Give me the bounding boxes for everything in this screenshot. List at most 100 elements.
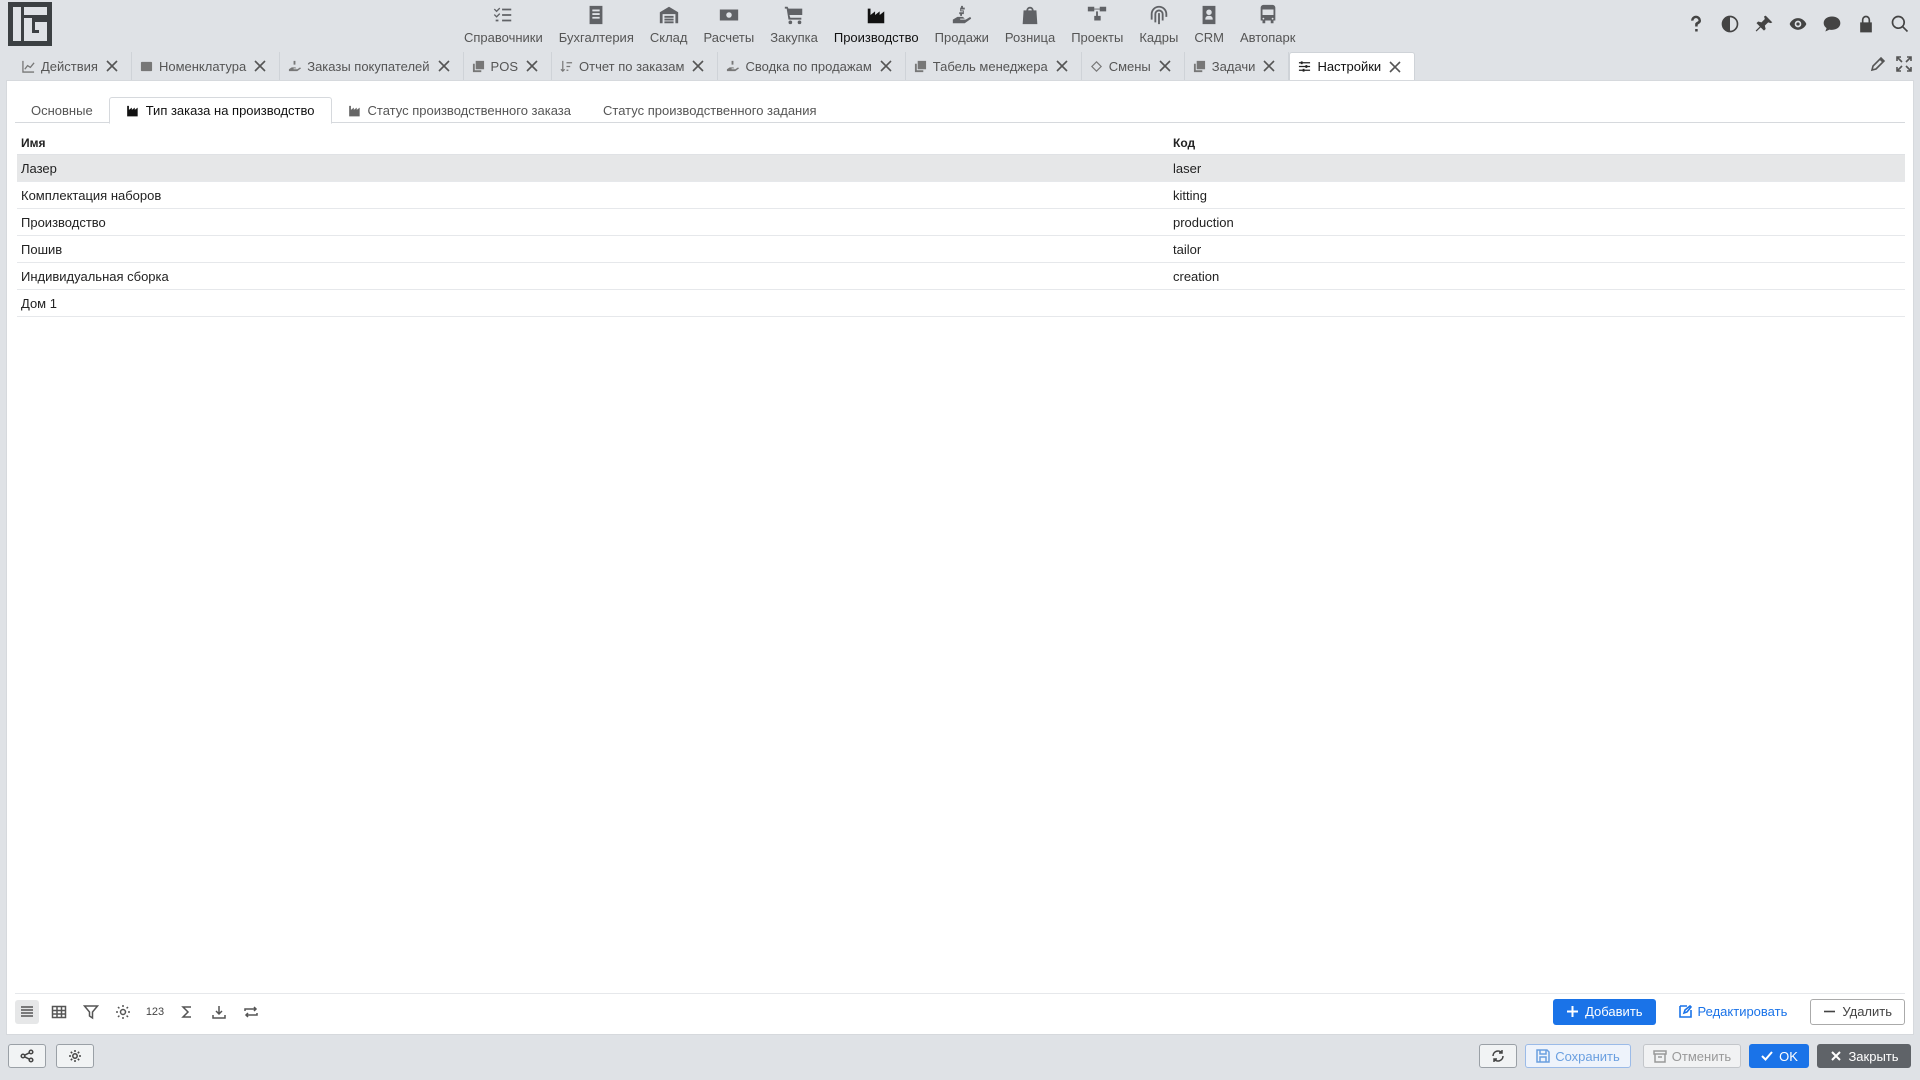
table-header: Имя Код — [17, 131, 1905, 155]
table-row[interactable]: Дом 1 — [17, 290, 1905, 317]
subtab-production-order-status[interactable]: Статус производственного заказа — [332, 97, 588, 123]
close-tab-icon[interactable] — [437, 59, 451, 73]
fullscreen-icon[interactable] — [1896, 56, 1912, 75]
cell-name: Дом 1 — [21, 295, 57, 311]
doc-tab-order-report[interactable]: Отчет по заказам — [552, 52, 719, 80]
edit-button[interactable]: Редактировать — [1666, 999, 1801, 1025]
module-settlements[interactable]: Расчеты — [695, 0, 762, 50]
doc-tab-manager-timesheet[interactable]: Табель менеджера — [906, 52, 1082, 80]
share-button[interactable] — [8, 1044, 46, 1068]
module-crm[interactable]: CRM — [1186, 0, 1232, 50]
footer-bar: Сохранить Отменить OK Закрыть — [0, 1044, 1920, 1074]
close-tab-icon[interactable] — [1158, 59, 1172, 73]
close-tab-icon[interactable] — [1388, 60, 1402, 74]
checklist-icon — [490, 3, 516, 27]
table-row[interactable]: Лазер laser — [17, 155, 1905, 182]
chat-icon[interactable] — [1820, 12, 1844, 36]
save-icon — [1536, 1049, 1550, 1063]
top-actions — [1684, 12, 1912, 36]
module-directories[interactable]: Справочники — [456, 0, 551, 50]
download-icon[interactable] — [207, 1000, 231, 1024]
repeat-icon[interactable] — [239, 1000, 263, 1024]
table-row[interactable]: Индивидуальная сборка creation — [17, 263, 1905, 290]
cell-code: tailor — [1173, 241, 1202, 257]
copy-icon — [472, 59, 486, 73]
document-tabs: Действия Номенклатура Заказы покупателей… — [0, 52, 1920, 80]
settings-panel: Основные Тип заказа на производство Стат… — [6, 80, 1914, 1035]
settings-button[interactable] — [56, 1044, 94, 1068]
numbers-toggle[interactable]: 123 — [143, 1000, 167, 1024]
close-button[interactable]: Закрыть — [1817, 1044, 1911, 1068]
top-bar: Справочники Бухгалтерия Склад Расчеты За… — [0, 0, 1920, 50]
eye-icon[interactable] — [1786, 12, 1810, 36]
close-tab-icon[interactable] — [879, 59, 893, 73]
subtab-production-task-status[interactable]: Статус производственного задания — [587, 97, 833, 123]
doc-tab-pos[interactable]: POS — [464, 52, 553, 80]
close-tab-icon[interactable] — [525, 59, 539, 73]
cell-code: production — [1173, 214, 1234, 230]
refresh-button[interactable] — [1479, 1044, 1517, 1068]
share-icon — [20, 1049, 34, 1063]
gear-icon[interactable] — [111, 1000, 135, 1024]
grid-view-icon[interactable] — [47, 1000, 71, 1024]
doc-tab-shifts[interactable]: Смены — [1082, 52, 1185, 80]
list-view-icon[interactable] — [15, 999, 39, 1024]
doc-tab-customer-orders[interactable]: Заказы покупателей — [280, 52, 464, 80]
table-row[interactable]: Пошив tailor — [17, 236, 1905, 263]
project-tree-icon — [1084, 3, 1110, 27]
module-fleet[interactable]: Автопарк — [1232, 0, 1304, 50]
app-logo[interactable] — [8, 2, 52, 46]
doc-tab-sales-summary[interactable]: Сводка по продажам — [718, 52, 906, 80]
pin-icon[interactable] — [1752, 12, 1776, 36]
table-toolbar: 123 Добавить Редактировать Удалить — [15, 993, 1905, 1029]
contact-card-icon — [1196, 3, 1222, 27]
close-tab-icon[interactable] — [1055, 59, 1069, 73]
module-purchasing[interactable]: Закупка — [762, 0, 826, 50]
sum-icon[interactable] — [175, 1000, 199, 1024]
close-tab-icon[interactable] — [105, 59, 119, 73]
sliders-icon — [1298, 60, 1312, 74]
table-row[interactable]: Комплектация наборов kitting — [17, 182, 1905, 209]
doc-tab-settings[interactable]: Настройки — [1289, 52, 1416, 80]
module-hr[interactable]: Кадры — [1131, 0, 1186, 50]
subtab-production-order-type[interactable]: Тип заказа на производство — [108, 97, 332, 124]
add-button[interactable]: Добавить — [1553, 998, 1656, 1025]
lock-icon[interactable] — [1854, 12, 1878, 36]
module-accounting[interactable]: Бухгалтерия — [551, 0, 642, 50]
module-projects[interactable]: Проекты — [1063, 0, 1131, 50]
module-production[interactable]: Производство — [826, 0, 927, 50]
save-button[interactable]: Сохранить — [1525, 1044, 1631, 1068]
subtab-general[interactable]: Основные — [15, 97, 109, 123]
contrast-icon[interactable] — [1718, 12, 1742, 36]
doc-tab-nomenclature[interactable]: Номенклатура — [132, 52, 281, 80]
doc-tab-tasks[interactable]: Задачи — [1185, 52, 1290, 80]
refresh-icon — [1492, 1050, 1504, 1062]
module-retail[interactable]: Розница — [997, 0, 1063, 50]
ok-button[interactable]: OK — [1749, 1044, 1809, 1068]
hand-money-icon — [726, 59, 740, 73]
check-icon — [1761, 1051, 1773, 1061]
filter-icon[interactable] — [79, 1000, 103, 1024]
cancel-button[interactable]: Отменить — [1643, 1044, 1741, 1068]
copy-icon — [1193, 59, 1207, 73]
delete-button[interactable]: Удалить — [1810, 998, 1905, 1025]
plus-icon — [1567, 1006, 1579, 1017]
doc-tab-actions[interactable]: Действия — [14, 52, 132, 80]
help-icon[interactable] — [1684, 12, 1708, 36]
close-tab-icon[interactable] — [1262, 59, 1276, 73]
cell-code: laser — [1173, 160, 1202, 176]
close-icon — [1831, 1051, 1842, 1061]
pencil-icon[interactable] — [1870, 56, 1886, 75]
module-nav: Справочники Бухгалтерия Склад Расчеты За… — [456, 0, 1303, 50]
cell-name: Лазер — [21, 160, 57, 176]
module-warehouse[interactable]: Склад — [642, 0, 696, 50]
module-sales[interactable]: Продажи — [927, 0, 997, 50]
search-icon[interactable] — [1888, 12, 1912, 36]
catalog-icon — [140, 59, 154, 73]
column-header-name[interactable]: Имя — [17, 136, 1169, 150]
table-row[interactable]: Производство production — [17, 209, 1905, 236]
close-tab-icon[interactable] — [691, 59, 705, 73]
edit-icon — [1678, 1005, 1692, 1018]
close-tab-icon[interactable] — [253, 59, 267, 73]
column-header-code[interactable]: Код — [1169, 136, 1905, 150]
